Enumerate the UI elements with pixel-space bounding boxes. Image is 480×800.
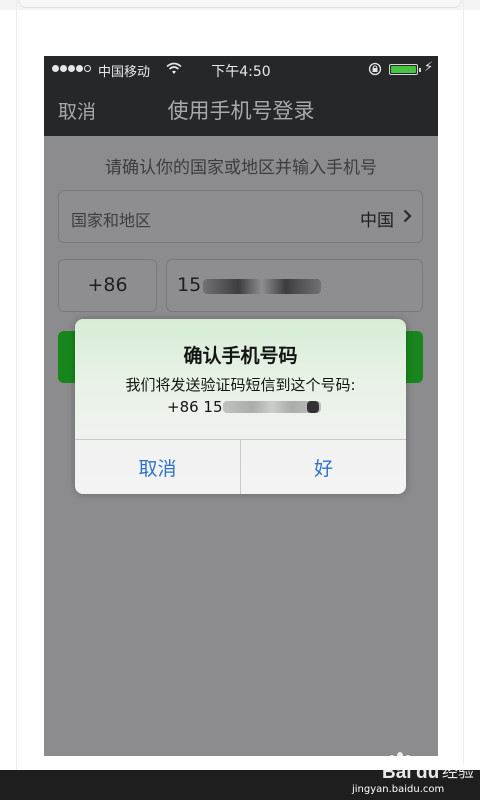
svg-text:Bai: Bai	[382, 762, 412, 783]
page-title: 使用手机号登录	[167, 99, 315, 123]
instruction-text: 请确认你的国家或地区并输入手机号	[105, 158, 377, 178]
region-value: 中国	[360, 211, 394, 231]
charging-bolt-icon: ⚡	[424, 60, 434, 75]
country-code-field[interactable]: +86	[58, 259, 157, 312]
redacted-digits	[203, 279, 321, 294]
frame-border-right	[463, 0, 464, 775]
svg-text:经验: 经验	[442, 762, 474, 781]
rotation-lock-icon	[368, 62, 382, 76]
region-selector[interactable]: 国家和地区 中国	[58, 190, 423, 243]
battery-level-fill	[391, 66, 416, 73]
phone-number-value: 15	[177, 274, 202, 296]
redacted-digits	[307, 401, 319, 413]
outer-frame-edge	[18, 0, 462, 8]
confirm-dialog: 确认手机号码 我们将发送验证码短信到这个号码: +86 15 取消 好	[75, 319, 406, 494]
dialog-message: 我们将发送验证码短信到这个号码:	[125, 376, 356, 394]
svg-text:du: du	[416, 762, 439, 783]
battery-icon	[389, 64, 421, 75]
phone-number-input[interactable]: 15	[166, 259, 423, 312]
dialog-ok-button[interactable]: 好	[241, 440, 406, 494]
dialog-title: 确认手机号码	[183, 345, 298, 367]
outer-frame-top	[0, 0, 480, 10]
dialog-phone-number: +86 15	[167, 398, 223, 416]
region-label: 国家和地区	[71, 211, 152, 230]
watermark-domain: jingyan.baidu.com	[352, 784, 445, 795]
dialog-cancel-button[interactable]: 取消	[75, 440, 240, 494]
frame-border-left	[16, 0, 17, 775]
navigation-bar: 取消 使用手机号登录	[44, 82, 438, 136]
battery-nub	[419, 68, 421, 72]
chevron-right-icon	[403, 209, 412, 223]
status-bar: 中国移动 下午4:50 ⚡	[44, 56, 438, 82]
